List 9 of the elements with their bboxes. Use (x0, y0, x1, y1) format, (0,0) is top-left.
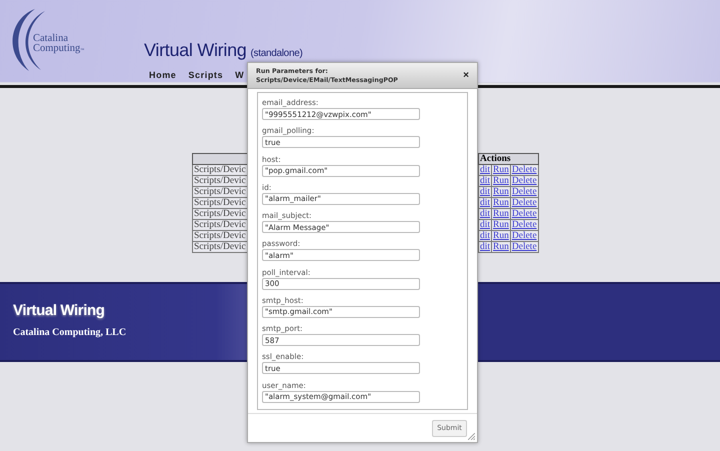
nav-link[interactable]: Scripts (188, 70, 224, 80)
page-title: Virtual Wiring (standalone) (144, 40, 302, 61)
nav-link[interactable]: Home (149, 70, 176, 80)
resize-grip-icon[interactable] (468, 433, 475, 440)
footer-company: Catalina Computing, LLC (13, 327, 126, 338)
nav-link[interactable]: W (235, 70, 244, 80)
column-header: Actions (478, 154, 538, 164)
close-button[interactable]: × (463, 70, 469, 81)
footer-title: Virtual Wiring (13, 302, 104, 319)
